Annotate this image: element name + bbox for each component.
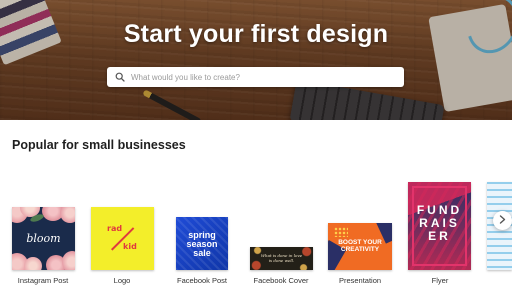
template-label-logo[interactable]: Logo xyxy=(82,276,162,285)
dots-decoration xyxy=(334,227,348,237)
flower-decoration xyxy=(62,251,75,270)
chevron-right-icon xyxy=(499,214,506,227)
facebook-post-thumbnail[interactable]: spring season sale xyxy=(176,217,228,270)
thumbnail-text: rad xyxy=(107,224,123,233)
search-icon xyxy=(111,67,129,87)
thumbnail-text-line: ER xyxy=(428,229,451,243)
flower-decoration xyxy=(60,207,75,223)
template-label-presentation[interactable]: Presentation xyxy=(320,276,400,285)
template-label-instagram-post[interactable]: Instagram Post xyxy=(3,276,83,285)
search-bar[interactable] xyxy=(107,67,404,87)
carousel-next-button[interactable] xyxy=(493,211,512,230)
thumbnail-text: spring season sale xyxy=(176,231,228,258)
thumbnail-text: kid xyxy=(123,242,137,251)
search-input[interactable] xyxy=(129,68,404,86)
template-label-facebook-cover[interactable]: Facebook Cover xyxy=(241,276,321,285)
thumbnail-text-line: is done well. xyxy=(268,258,295,263)
flower-decoration xyxy=(24,257,42,270)
template-label-flyer[interactable]: Flyer xyxy=(400,276,480,285)
thumbnail-text: BOOST YOUR CREATIVITY xyxy=(328,239,392,253)
section-title: Popular for small businesses xyxy=(12,138,186,152)
thumbnail-text: bloom xyxy=(26,232,61,245)
hero-banner: Start your first design xyxy=(0,0,512,120)
logo-mark: rad kid xyxy=(105,221,140,256)
flyer-thumbnail[interactable]: FUND RAIS ER xyxy=(408,182,471,270)
thumbnail-text: What is done in love is done well. xyxy=(250,253,313,263)
template-label-facebook-post[interactable]: Facebook Post xyxy=(162,276,242,285)
thumbnail-text-line: BOOST YOUR xyxy=(338,239,382,246)
instagram-post-thumbnail[interactable]: bloom xyxy=(12,207,75,270)
thumbnail-text-line: CREATIVITY xyxy=(340,246,380,253)
thumbnail-text-line: sale xyxy=(193,248,211,258)
logo-thumbnail[interactable]: rad kid xyxy=(91,207,154,270)
hero-title: Start your first design xyxy=(123,20,389,48)
hero-overlay xyxy=(0,0,512,120)
presentation-thumbnail[interactable]: BOOST YOUR CREATIVITY xyxy=(328,223,392,270)
facebook-cover-thumbnail[interactable]: What is done in love is done well. xyxy=(250,247,313,270)
thumbnail-text: FUND RAIS ER xyxy=(408,204,471,243)
